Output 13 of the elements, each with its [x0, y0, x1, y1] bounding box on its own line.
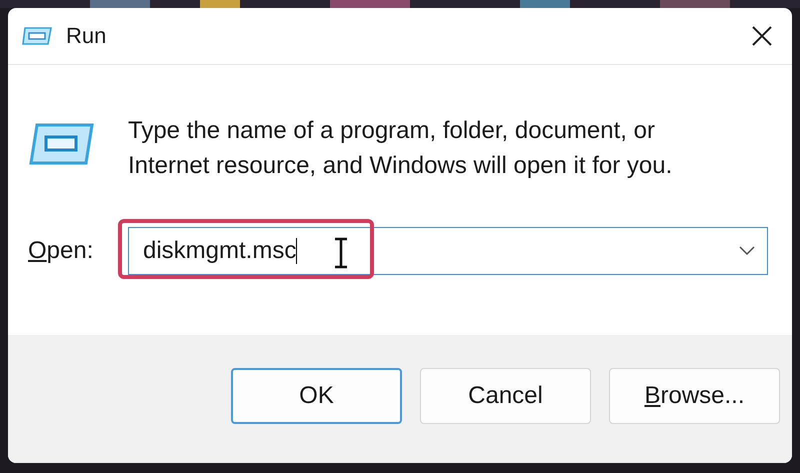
close-icon: [751, 25, 773, 47]
open-combobox[interactable]: diskmgmt.msc: [128, 227, 768, 275]
field-value: diskmgmt.msc: [143, 237, 296, 265]
instruction-text: Type the name of a program, folder, document, or Internet resource, and Windows will open it for you.: [128, 116, 674, 181]
run-icon: [28, 123, 94, 165]
text-cursor-icon: [334, 237, 348, 271]
dialog-button[interactable]: Cancel: [420, 368, 591, 424]
window-title: Run: [66, 23, 106, 49]
window-icon: [22, 27, 52, 45]
chevron-down-icon: [739, 246, 755, 256]
dialog-button[interactable]: OK: [231, 368, 402, 424]
dialog-button[interactable]: Browse...: [609, 368, 780, 424]
open-label: Open:: [28, 237, 94, 265]
